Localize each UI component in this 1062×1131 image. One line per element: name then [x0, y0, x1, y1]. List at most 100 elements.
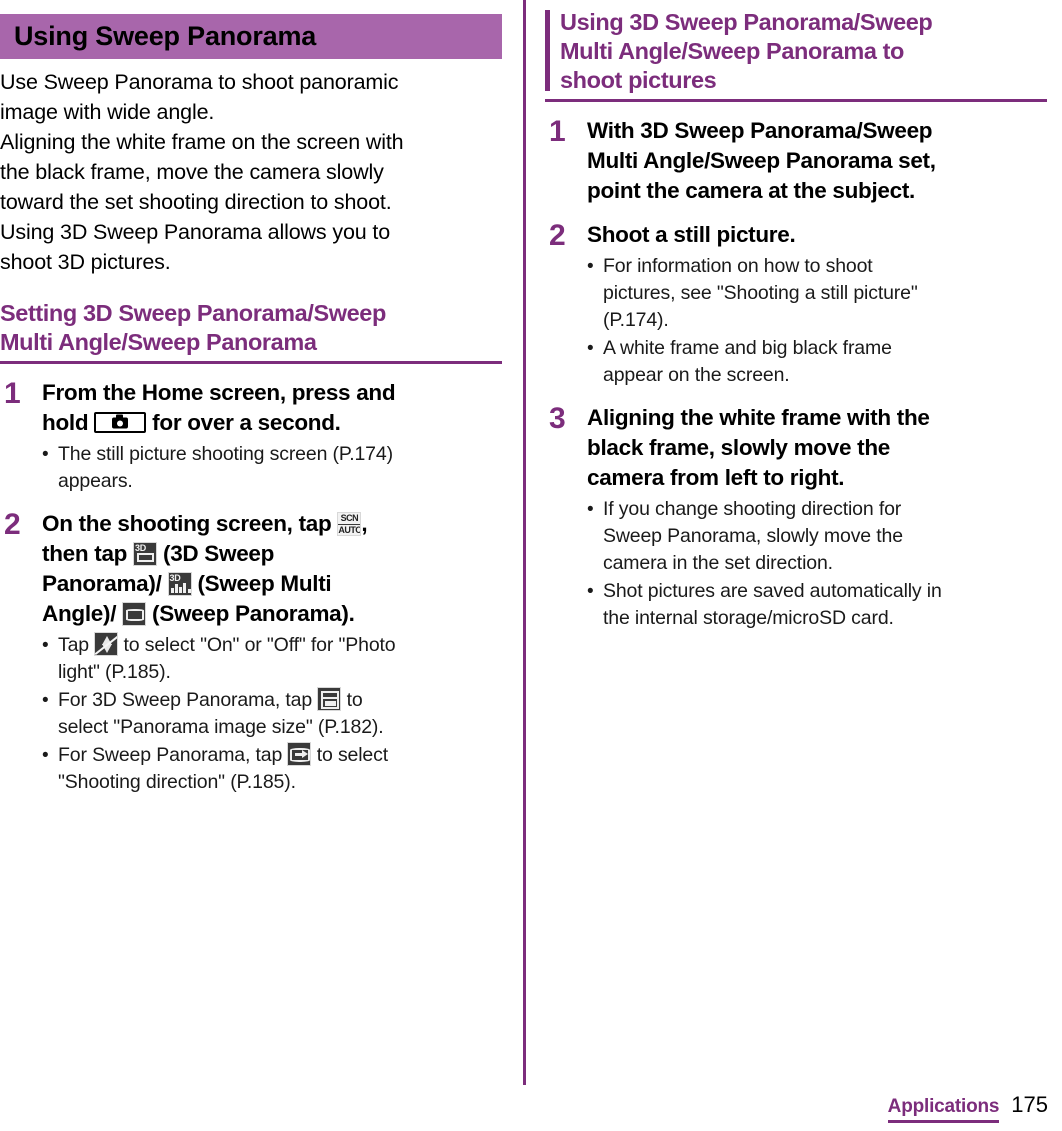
bullet-text-part: For Sweep Panorama, tap: [58, 744, 288, 766]
bullet-line: A white frame and big black frame: [603, 337, 892, 359]
step-title-text: (Sweep Panorama).: [146, 601, 355, 626]
step-bullets: • The still picture shooting screen (P.1…: [42, 441, 502, 495]
heading-accent-bar: [545, 10, 550, 91]
step-title-line: camera from left to right.: [587, 465, 845, 490]
step-body: From the Home screen, press and hold for…: [42, 378, 502, 495]
bullet-text: Shot pictures are saved automatically in…: [603, 578, 1047, 632]
section-title-text: Using Sweep Panorama: [14, 21, 317, 51]
photo-light-icon: [94, 632, 119, 656]
sub-heading-line: Setting 3D Sweep Panorama/Sweep: [0, 300, 386, 326]
bullet-dot: •: [42, 745, 49, 766]
intro-line: image with wide angle.: [0, 100, 215, 124]
bullet-item: • For information on how to shoot pictur…: [587, 253, 1047, 334]
bullet-line: Tap to select "On" or "Off" for "Photo: [58, 632, 502, 659]
bullet-text-part: to select: [311, 744, 388, 766]
3d-sweep-panorama-icon: 3D: [133, 542, 158, 566]
bullet-text: A white frame and big black frame appear…: [603, 335, 1047, 389]
bullet-line: pictures, see "Shooting a still picture": [603, 282, 918, 304]
bullet-line: For Sweep Panorama, tap to select: [58, 742, 502, 769]
intro-line: Aligning the white frame on the screen w…: [0, 130, 404, 154]
bullet-dot: •: [42, 444, 49, 465]
bullet-item: • For 3D Sweep Panorama, tap to select "…: [42, 687, 502, 741]
bullet-text: Tap to select "On" or "Off" for "Photo l…: [58, 632, 502, 686]
bullet-text: For information on how to shoot pictures…: [603, 253, 1047, 334]
bullet-text: If you change shooting direction for Swe…: [603, 496, 1047, 577]
step-title: On the shooting screen, tap SCN AUTO, the…: [42, 509, 502, 629]
bullet-text: For 3D Sweep Panorama, tap to select "Pa…: [58, 687, 502, 741]
step-3: 3 Aligning the white frame with the blac…: [545, 403, 1047, 632]
sub-heading-rule: [0, 361, 502, 364]
step-title-line: black frame, slowly move the: [587, 435, 890, 460]
right-column: Using 3D Sweep Panorama/Sweep Multi Angl…: [545, 0, 1047, 632]
scn-auto-icon: SCN AUTO: [337, 512, 362, 536]
step-title-line: From the Home screen, press and: [42, 378, 502, 408]
intro-line: shoot 3D pictures.: [0, 250, 171, 274]
step-title-text: for over a second.: [146, 410, 341, 435]
bullet-item: • Tap to select "On" or "Off" for "Photo…: [42, 632, 502, 686]
bullet-line: appears.: [58, 470, 133, 492]
right-heading-line: Using 3D Sweep Panorama/Sweep: [560, 9, 933, 35]
sweep-panorama-icon: [122, 602, 147, 626]
step-title: With 3D Sweep Panorama/Sweep Multi Angle…: [587, 116, 1047, 206]
bullet-line: If you change shooting direction for: [603, 498, 902, 520]
bullet-line: For 3D Sweep Panorama, tap to: [58, 687, 502, 714]
shooting-direction-icon: [287, 742, 312, 766]
bullet-line: select "Panorama image size" (P.182).: [58, 716, 384, 738]
step-body: On the shooting screen, tap SCN AUTO, the…: [42, 509, 502, 796]
step-title-line: On the shooting screen, tap SCN AUTO,: [42, 509, 502, 539]
step-title-line: Panorama)/ 3D (Sweep Multi: [42, 569, 502, 599]
step-title-text: ,: [361, 511, 368, 536]
column-divider: [523, 0, 526, 1085]
bullet-line: appear on the screen.: [603, 364, 790, 386]
step-title: Shoot a still picture.: [587, 220, 1047, 250]
step-body: Aligning the white frame with the black …: [587, 403, 1047, 632]
step-body: With 3D Sweep Panorama/Sweep Multi Angle…: [587, 116, 1047, 206]
footer-section-tag: Applications: [887, 1096, 999, 1123]
sweep-multi-angle-icon: 3D: [167, 572, 192, 596]
section-title-bar: Using Sweep Panorama: [0, 14, 502, 59]
step-1: 1 With 3D Sweep Panorama/Sweep Multi Ang…: [545, 116, 1047, 206]
step-number: 3: [549, 402, 566, 435]
bullet-line: camera in the set direction.: [603, 552, 833, 574]
step-title: Aligning the white frame with the black …: [587, 403, 1047, 493]
camera-key-icon: [94, 412, 147, 433]
step-2: 2 On the shooting screen, tap SCN AUTO, t…: [0, 509, 502, 796]
step-number: 1: [4, 377, 21, 410]
step-title-line: Multi Angle/Sweep Panorama set,: [587, 148, 936, 173]
manual-page: Using Sweep Panorama Use Sweep Panorama …: [0, 0, 1062, 1131]
step-number: 2: [549, 219, 566, 252]
step-1: 1 From the Home screen, press and hold f…: [0, 378, 502, 495]
bullet-line: The still picture shooting screen (P.174…: [58, 443, 393, 465]
sub-heading-line: Multi Angle/Sweep Panorama: [0, 329, 317, 355]
page-footer: Applications 175: [887, 1092, 1048, 1123]
bullet-dot: •: [587, 499, 594, 520]
step-title-text: (Sweep Multi: [191, 571, 332, 596]
step-title-text: From the Home screen, press and: [42, 380, 396, 405]
bullet-dot: •: [42, 690, 49, 711]
right-heading-line: Multi Angle/Sweep Panorama to: [560, 38, 904, 64]
bullet-line: "Shooting direction" (P.185).: [58, 771, 296, 793]
bullet-text-part: For 3D Sweep Panorama, tap: [58, 689, 318, 711]
bullet-item: • For Sweep Panorama, tap to select "Sho…: [42, 742, 502, 796]
sub-heading-setting: Setting 3D Sweep Panorama/Sweep Multi An…: [0, 299, 502, 357]
scn-auto-bottom-label: AUTO: [338, 525, 362, 535]
right-heading-line: shoot pictures: [560, 67, 717, 93]
right-heading-block: Using 3D Sweep Panorama/Sweep Multi Angl…: [545, 8, 1047, 95]
step-title-line: With 3D Sweep Panorama/Sweep: [587, 118, 933, 143]
step-title-line: Aligning the white frame with the: [587, 405, 930, 430]
bullet-line: the internal storage/microSD card.: [603, 607, 894, 629]
step-title-text: Panorama)/: [42, 571, 168, 596]
bullet-item: • If you change shooting direction for S…: [587, 496, 1047, 577]
bullet-dot: •: [587, 581, 594, 602]
bullet-text-part: to select "On" or "Off" for "Photo: [118, 634, 396, 656]
bullet-line: For information on how to shoot: [603, 255, 873, 277]
bullet-text-part: to: [341, 689, 363, 711]
bullet-dot: •: [587, 338, 594, 359]
step-2: 2 Shoot a still picture. • For informati…: [545, 220, 1047, 389]
panorama-image-size-icon: [317, 687, 342, 711]
right-heading: Using 3D Sweep Panorama/Sweep Multi Angl…: [560, 8, 1047, 95]
bullet-dot: •: [42, 635, 49, 656]
3d-label: 3D: [135, 543, 146, 553]
step-title-text: Angle)/: [42, 601, 123, 626]
bullet-dot: •: [587, 256, 594, 277]
